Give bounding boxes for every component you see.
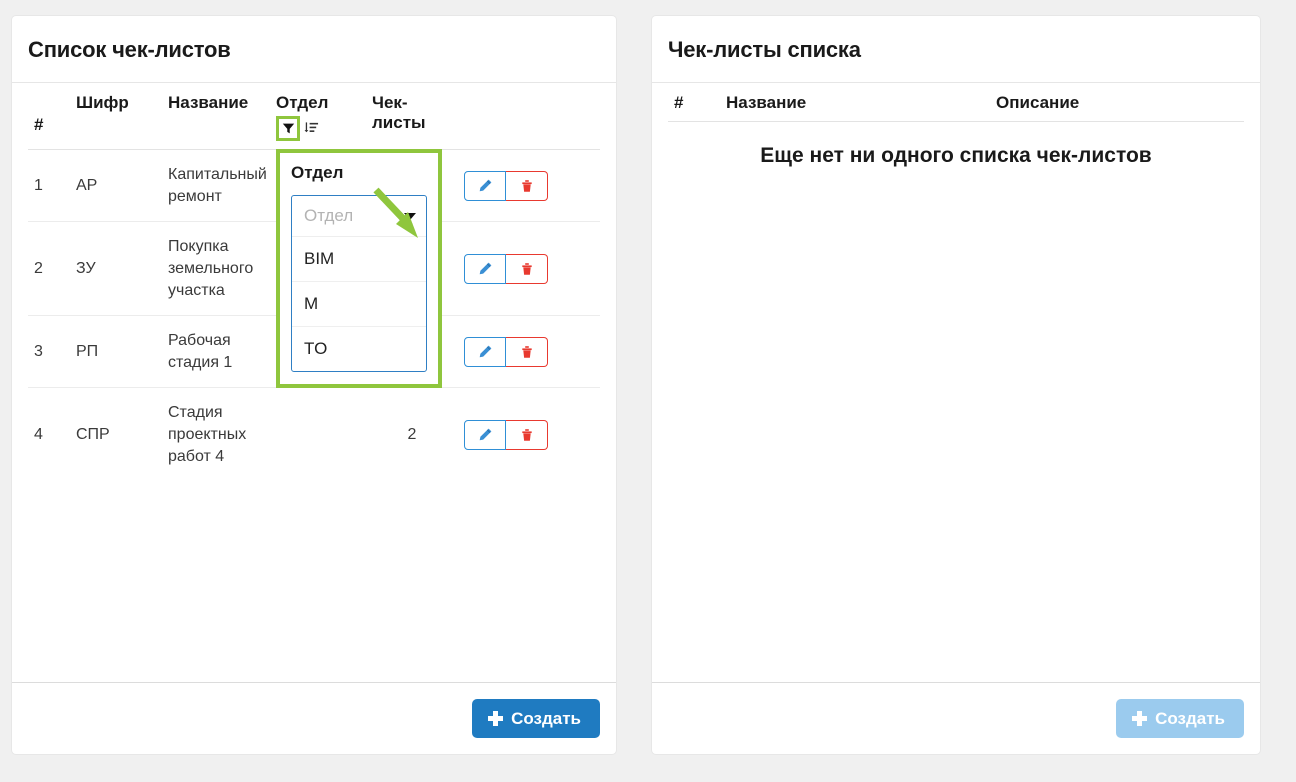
right-card-header: Чек-листы списка — [652, 16, 1260, 84]
cell-code: ЗУ — [70, 221, 162, 317]
cell-code: РП — [70, 315, 162, 389]
cell-name: Стадия проектных работ 4 — [168, 404, 247, 465]
cell-name: Капитальный ремонт — [162, 149, 270, 223]
delete-button[interactable] — [506, 170, 548, 201]
th-code: Шифр — [70, 83, 162, 151]
page-title: Список чек-листов — [28, 37, 231, 62]
row-action-group — [464, 253, 548, 284]
create-checklist-item-button[interactable]: Создать — [1116, 699, 1244, 738]
edit-button[interactable] — [464, 170, 506, 201]
table-header-row: # Шифр Название Отдел Чек-листы — [28, 83, 600, 151]
cell-name: Рабочая стадия 1 — [162, 315, 270, 389]
cell-department — [270, 388, 366, 481]
th-name: Название — [720, 83, 990, 123]
th-number: # — [668, 83, 720, 123]
right-table-header-row: # Название Описание — [668, 83, 1244, 123]
cell-name: Покупка земельного участка — [162, 221, 270, 317]
table-head: # Шифр Название Отдел Чек-листы — [28, 83, 600, 151]
th-department-icons — [276, 116, 360, 142]
cell-code: АР — [70, 149, 162, 223]
delete-button[interactable] — [506, 419, 548, 450]
cell-actions — [458, 315, 600, 389]
cell-number: 1 — [28, 149, 70, 223]
department-option-bim[interactable]: BIM — [292, 237, 426, 282]
left-card-footer: Создать — [12, 682, 616, 754]
th-description: Описание — [990, 83, 1244, 123]
checklists-table: # Название Описание — [668, 83, 1244, 123]
chevron-down-icon — [404, 212, 416, 220]
plus-icon — [488, 711, 504, 726]
edit-button[interactable] — [464, 336, 506, 367]
create-checklist-button[interactable]: Создать — [472, 699, 600, 738]
right-card-title: Чек-листы списка — [668, 37, 861, 62]
th-actions — [458, 83, 600, 151]
department-option-to[interactable]: TO — [292, 327, 426, 371]
department-select-placeholder: Отдел — [304, 206, 354, 225]
department-select-value[interactable]: Отдел — [292, 196, 426, 237]
th-department-label: Отдел — [276, 93, 329, 113]
th-number: # — [28, 83, 70, 151]
cell-actions — [458, 149, 600, 223]
row-action-group — [464, 336, 548, 367]
department-filter-popover: Отдел Отдел BIM M TO — [276, 149, 442, 388]
sort-descending-icon[interactable] — [304, 121, 319, 136]
cell-actions — [458, 388, 600, 481]
filter-icon[interactable] — [276, 116, 300, 142]
department-select[interactable]: Отдел BIM M TO — [291, 195, 427, 372]
filter-popover-title: Отдел — [291, 163, 344, 182]
right-table-head: # Название Описание — [668, 83, 1244, 123]
right-card-body: # Название Описание Еще нет ни одного сп… — [652, 83, 1260, 682]
edit-button[interactable] — [464, 253, 506, 284]
cell-number: 4 — [34, 425, 43, 443]
create-button-label: Создать — [511, 709, 581, 728]
cell-number: 2 — [28, 221, 70, 317]
th-name: Название — [162, 83, 270, 151]
delete-button[interactable] — [506, 253, 548, 284]
row-action-group — [464, 419, 548, 450]
th-checklists: Чек-листы — [366, 83, 458, 151]
cell-number: 3 — [28, 315, 70, 389]
page-root: Список чек-листов # Шифр Название Отдел — [0, 0, 1296, 782]
left-card-header: Список чек-листов — [12, 16, 616, 84]
delete-button[interactable] — [506, 336, 548, 367]
create-button-label: Создать — [1155, 709, 1225, 728]
right-card-footer: Создать — [652, 682, 1260, 754]
plus-icon — [1132, 711, 1148, 726]
checklists-of-list-card: Чек-листы списка # Название Описание Еще… — [652, 16, 1260, 754]
th-department: Отдел — [270, 83, 366, 151]
table-row: 4 СПР Стадия проектных работ 4 2 — [28, 388, 600, 481]
department-option-m[interactable]: M — [292, 282, 426, 327]
cell-checklists: 2 — [407, 425, 417, 443]
empty-state-message: Еще нет ни одного списка чек-листов — [760, 144, 1152, 168]
edit-button[interactable] — [464, 419, 506, 450]
row-action-group — [464, 170, 548, 201]
cell-code: СПР — [76, 425, 110, 443]
cell-actions — [458, 221, 600, 317]
